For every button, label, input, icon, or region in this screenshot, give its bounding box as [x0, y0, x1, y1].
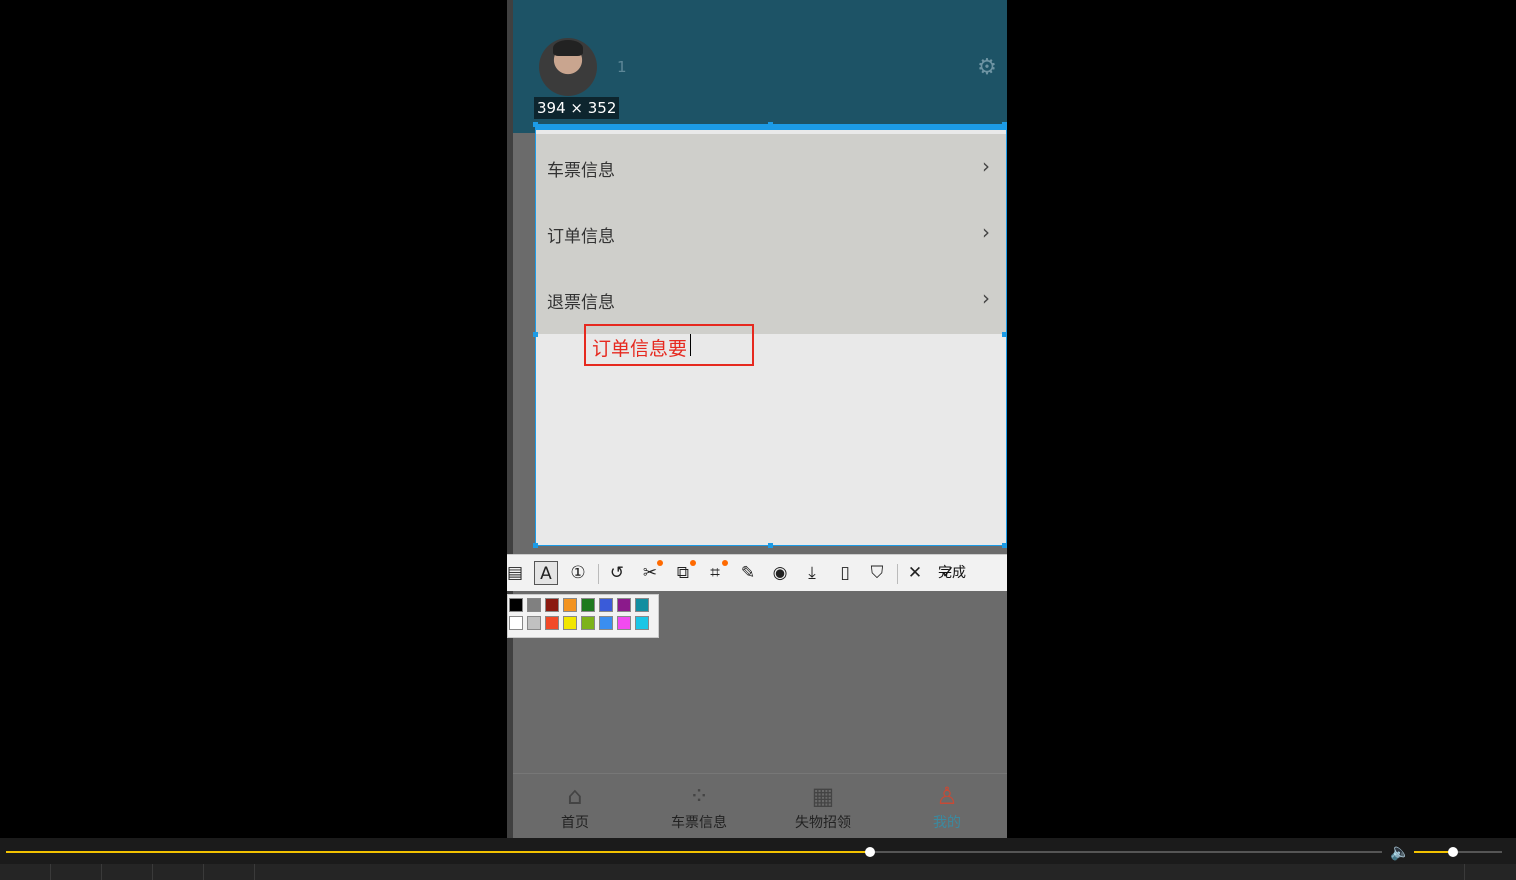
volume-icon[interactable]: 🔈	[1390, 842, 1410, 861]
username: 1	[617, 58, 627, 76]
color-swatch[interactable]	[509, 616, 523, 630]
menu-item-ticket-info[interactable]: 车票信息 ›	[536, 134, 1006, 200]
close-icon[interactable]: ✕	[903, 561, 927, 585]
color-swatch[interactable]	[563, 616, 577, 630]
ocr-cut-icon[interactable]: ✂	[638, 560, 663, 585]
color-swatch[interactable]	[581, 616, 595, 630]
avatar[interactable]	[539, 38, 597, 96]
volume-knob[interactable]	[1447, 847, 1458, 857]
menu-item-label: 退票信息	[547, 293, 615, 313]
color-palette	[507, 594, 659, 638]
download-icon[interactable]: ⤓	[800, 561, 824, 585]
volume-slider[interactable]	[1414, 847, 1502, 857]
color-swatch[interactable]	[599, 616, 613, 630]
tab-label: 失物招领	[795, 815, 851, 831]
home-icon: ⌂	[567, 782, 583, 810]
color-swatch[interactable]	[509, 598, 523, 612]
resize-handle[interactable]	[533, 122, 538, 127]
color-swatch[interactable]	[617, 598, 631, 612]
record-icon[interactable]: ◉	[768, 561, 792, 585]
selection-size-label: 394 × 352	[534, 97, 620, 119]
toolbar-divider	[598, 564, 599, 584]
phone-icon[interactable]: ▯	[833, 561, 857, 585]
volume-fill	[1414, 851, 1453, 853]
menu-list: 车票信息 › 订单信息 › 退票信息 ›	[536, 134, 1006, 334]
chevron-right-icon: ›	[982, 220, 990, 244]
text-caret	[690, 334, 691, 356]
chevron-right-icon: ›	[982, 154, 990, 178]
tab-home[interactable]: ⌂ 首页	[513, 774, 637, 838]
bookmark-icon[interactable]: ⛉	[865, 561, 889, 585]
menu-item-label: 车票信息	[547, 161, 615, 181]
text-tool-icon[interactable]: A	[534, 561, 558, 585]
tab-mine[interactable]: ♙ 我的	[885, 774, 1007, 838]
resize-handle[interactable]	[768, 122, 773, 127]
undo-icon[interactable]: ↺	[605, 561, 629, 585]
progress-slider[interactable]	[6, 847, 1382, 857]
progress-fill	[6, 851, 871, 853]
text-annotation[interactable]: 订单信息要	[592, 334, 687, 361]
done-button[interactable]: 完成	[938, 561, 966, 585]
resize-handle[interactable]	[533, 332, 538, 337]
gear-icon[interactable]: ⚙	[975, 56, 999, 80]
divider	[152, 864, 153, 880]
menu-item-order-info[interactable]: 订单信息 ›	[536, 200, 1006, 266]
scan-icon[interactable]: ⌗	[703, 560, 728, 585]
tab-label: 我的	[933, 815, 961, 831]
color-swatch[interactable]	[599, 598, 613, 612]
screenshot-toolbar: ▤ A ① ↺ ✂ ⧉ ⌗ ✎ ◉ ⤓ ▯ ⛉ ✕ ✓	[507, 554, 1007, 591]
numbered-marker-icon[interactable]: ①	[566, 561, 590, 585]
divider	[101, 864, 102, 880]
divider	[1464, 864, 1465, 880]
divider	[254, 864, 255, 880]
color-swatch[interactable]	[545, 598, 559, 612]
resize-handle[interactable]	[1002, 332, 1007, 337]
bottom-tab-bar: ⌂ 首页 ⁘ 车票信息 ▦ 失物招领 ♙ 我的	[513, 773, 1007, 838]
tab-ticket-info[interactable]: ⁘ 车票信息	[637, 774, 761, 838]
status-bar	[0, 864, 1516, 880]
resize-handle[interactable]	[1002, 543, 1007, 548]
calendar-icon: ▦	[811, 782, 835, 810]
menu-item-refund-info[interactable]: 退票信息 ›	[536, 266, 1006, 332]
grid-icon: ⁘	[688, 782, 710, 810]
screen: 1 ⚙ ⌂ 首页 ⁘ 车票信息 ▦ 失物招领 ♙ 我的 394 × 352 车票…	[0, 0, 1516, 880]
mosaic-icon[interactable]: ▤	[503, 561, 527, 585]
color-swatch[interactable]	[635, 598, 649, 612]
color-swatch[interactable]	[635, 616, 649, 630]
color-swatch[interactable]	[527, 598, 541, 612]
user-icon: ♙	[936, 782, 958, 810]
color-swatch[interactable]	[617, 616, 631, 630]
progress-knob[interactable]	[865, 847, 876, 857]
resize-handle[interactable]	[533, 543, 538, 548]
tab-label: 车票信息	[671, 815, 727, 831]
translate-icon[interactable]: ⧉	[671, 560, 696, 585]
chevron-right-icon: ›	[982, 286, 990, 310]
color-swatch[interactable]	[527, 616, 541, 630]
color-swatch[interactable]	[563, 598, 577, 612]
text-annotation-box[interactable]: 订单信息要	[584, 324, 754, 366]
color-swatch[interactable]	[545, 616, 559, 630]
divider	[203, 864, 204, 880]
divider	[50, 864, 51, 880]
toolbar-divider	[897, 564, 898, 584]
resize-handle[interactable]	[768, 543, 773, 548]
resize-handle[interactable]	[1002, 122, 1007, 127]
menu-item-label: 订单信息	[547, 227, 615, 247]
color-swatch[interactable]	[581, 598, 595, 612]
tab-lost-found[interactable]: ▦ 失物招领	[761, 774, 885, 838]
pin-icon[interactable]: ✎	[736, 561, 760, 585]
tab-label: 首页	[561, 815, 589, 831]
